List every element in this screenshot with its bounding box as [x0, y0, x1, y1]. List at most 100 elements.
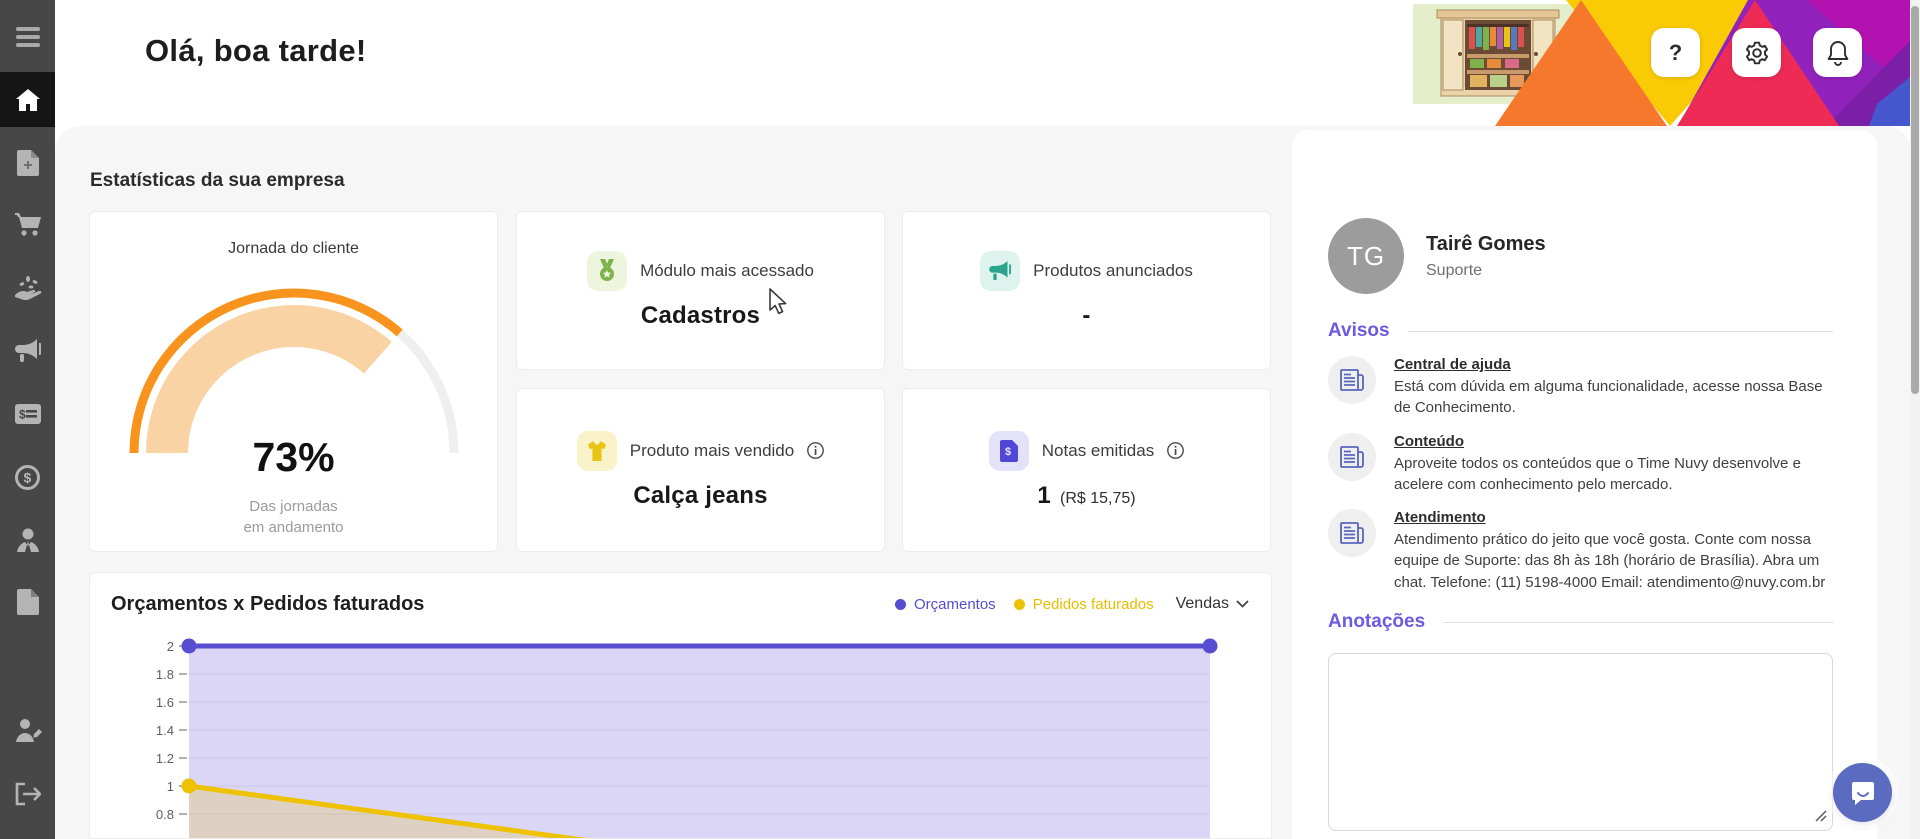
aviso-link-conteudo[interactable]: Conteúdo — [1394, 433, 1833, 450]
svg-text:$: $ — [19, 408, 26, 422]
invoices-card: $ Notas emitidas 1 (R$ 15,75) — [902, 388, 1271, 552]
resize-handle-icon[interactable] — [1813, 808, 1827, 822]
aviso-link-atendimento[interactable]: Atendimento — [1394, 509, 1833, 526]
avisos-section-header: Avisos — [1328, 320, 1833, 342]
info-icon[interactable] — [1167, 442, 1184, 459]
y-tick: 1.6 — [156, 695, 174, 710]
avatar: TG — [1328, 218, 1404, 294]
announced-card-value: - — [1082, 302, 1090, 330]
scrollbar-thumb[interactable] — [1911, 6, 1919, 394]
invoices-value-detail: (R$ 15,75) — [1060, 490, 1136, 508]
pedidos-point-start — [182, 779, 197, 794]
svg-text:$: $ — [1005, 446, 1011, 458]
module-card-label: Módulo mais acessado — [640, 261, 814, 281]
help-button[interactable]: ? — [1651, 28, 1700, 77]
aviso-text: Aproveite todos os conteúdos que o Time … — [1394, 453, 1833, 496]
most-accessed-module-card: Módulo mais acessado Cadastros — [516, 211, 885, 370]
gauge-title: Jornada do cliente — [90, 240, 497, 258]
best-seller-label: Produto mais vendido — [630, 441, 794, 461]
best-seller-card: Produto mais vendido Calça jeans — [516, 388, 885, 552]
announced-products-card: Produtos anunciados - — [902, 211, 1271, 370]
invoices-label: Notas emitidas — [1042, 441, 1154, 461]
help-label: ? — [1669, 40, 1682, 66]
chart-filter-dropdown[interactable]: Vendas — [1176, 595, 1249, 613]
megaphone-icon — [980, 251, 1020, 291]
anotacoes-section-header: Anotações — [1328, 611, 1833, 633]
info-icon[interactable] — [807, 442, 824, 459]
journey-percent: 73% — [90, 434, 497, 481]
support-panel: TG Tairê Gomes Suporte Avisos Central de… — [1292, 130, 1877, 839]
chart-legend: Orçamentos Pedidos faturados Vendas — [895, 595, 1249, 613]
y-tick: 1.8 — [156, 667, 174, 682]
header: Olá, boa tarde! ? — [55, 0, 1920, 126]
legend-dot-pedidos — [1014, 599, 1025, 610]
aviso-text: Atendimento prático do jeito que você go… — [1394, 529, 1833, 593]
customer-journey-card: Jornada do cliente 73% Das jornadas em a… — [89, 211, 498, 552]
notifications-button[interactable] — [1813, 28, 1862, 77]
divider — [1408, 331, 1833, 332]
medal-icon — [587, 251, 627, 291]
greeting-title: Olá, boa tarde! — [145, 33, 367, 69]
support-user: TG Tairê Gomes Suporte — [1328, 218, 1833, 294]
best-seller-value: Calça jeans — [633, 482, 767, 510]
sidebar-item-user-edit-icon[interactable] — [0, 711, 55, 751]
mouse-cursor — [768, 288, 792, 316]
legend-label-orcamentos[interactable]: Orçamentos — [914, 596, 996, 613]
page-scrollbar[interactable] — [1910, 0, 1920, 839]
sidebar-item-cart-icon[interactable] — [0, 205, 55, 245]
sidebar-item-hand-seed-icon[interactable] — [0, 268, 55, 308]
svg-text:$: $ — [24, 469, 32, 485]
sidebar: $ $ — [0, 0, 55, 839]
journey-desc-line1: Das jornadas — [90, 496, 497, 517]
journey-description: Das jornadas em andamento — [90, 496, 497, 538]
line-chart-plot: 2 1.8 1.6 1.4 1.2 1 0.8 — [90, 631, 1272, 839]
orcamentos-point-end — [1203, 639, 1218, 654]
orcamentos-point-start — [182, 639, 197, 654]
aviso-link-central-de-ajuda[interactable]: Central de ajuda — [1394, 356, 1833, 373]
sidebar-item-client-icon[interactable] — [0, 520, 55, 560]
sidebar-item-dollar-circle-icon[interactable]: $ — [0, 457, 55, 497]
journey-desc-line2: em andamento — [90, 517, 497, 538]
y-tick: 1 — [167, 779, 174, 794]
y-tick: 0.8 — [156, 807, 174, 822]
news-icon — [1328, 433, 1376, 481]
anotacoes-title: Anotações — [1328, 611, 1425, 633]
aviso-text: Está com dúvida em alguma funcionalidade… — [1394, 376, 1833, 419]
user-role: Suporte — [1426, 262, 1546, 280]
shirt-icon — [577, 431, 617, 471]
news-icon — [1328, 509, 1376, 557]
invoices-value: 1 — [1037, 482, 1051, 510]
chart-filter-label: Vendas — [1176, 595, 1229, 613]
sidebar-item-file-plus-icon[interactable] — [0, 143, 55, 183]
list-item: Atendimento Atendimento prático do jeito… — [1328, 509, 1833, 593]
y-tick: 2 — [167, 639, 174, 654]
menu-icon[interactable] — [0, 17, 55, 57]
bell-icon — [1826, 40, 1850, 66]
user-name: Tairê Gomes — [1426, 233, 1546, 256]
sidebar-item-billing-card-icon[interactable]: $ — [0, 394, 55, 434]
chart-title: Orçamentos x Pedidos faturados — [111, 593, 424, 616]
legend-dot-orcamentos — [895, 599, 906, 610]
gear-icon — [1744, 40, 1770, 66]
list-item: Central de ajuda Está com dúvida em algu… — [1328, 356, 1833, 419]
stats-heading: Estatísticas da sua empresa — [90, 170, 345, 192]
legend-label-pedidos[interactable]: Pedidos faturados — [1033, 596, 1154, 613]
divider — [1443, 622, 1833, 623]
sidebar-item-megaphone-icon[interactable] — [0, 331, 55, 371]
logout-icon[interactable] — [0, 774, 55, 814]
notes-textarea[interactable] — [1328, 653, 1833, 831]
sidebar-item-document-icon[interactable] — [0, 582, 55, 622]
sidebar-item-home[interactable] — [0, 72, 55, 127]
y-tick: 1.2 — [156, 751, 174, 766]
news-icon — [1328, 356, 1376, 404]
announced-card-label: Produtos anunciados — [1033, 261, 1193, 281]
invoice-icon: $ — [989, 431, 1029, 471]
settings-button[interactable] — [1732, 28, 1781, 77]
y-tick: 1.4 — [156, 723, 174, 738]
list-item: Conteúdo Aproveite todos os conteúdos qu… — [1328, 433, 1833, 496]
avisos-title: Avisos — [1328, 320, 1390, 342]
chat-bubble-icon — [1849, 779, 1877, 807]
chat-launcher-button[interactable] — [1833, 763, 1892, 822]
chevron-down-icon — [1236, 600, 1249, 608]
module-card-value: Cadastros — [641, 302, 760, 330]
